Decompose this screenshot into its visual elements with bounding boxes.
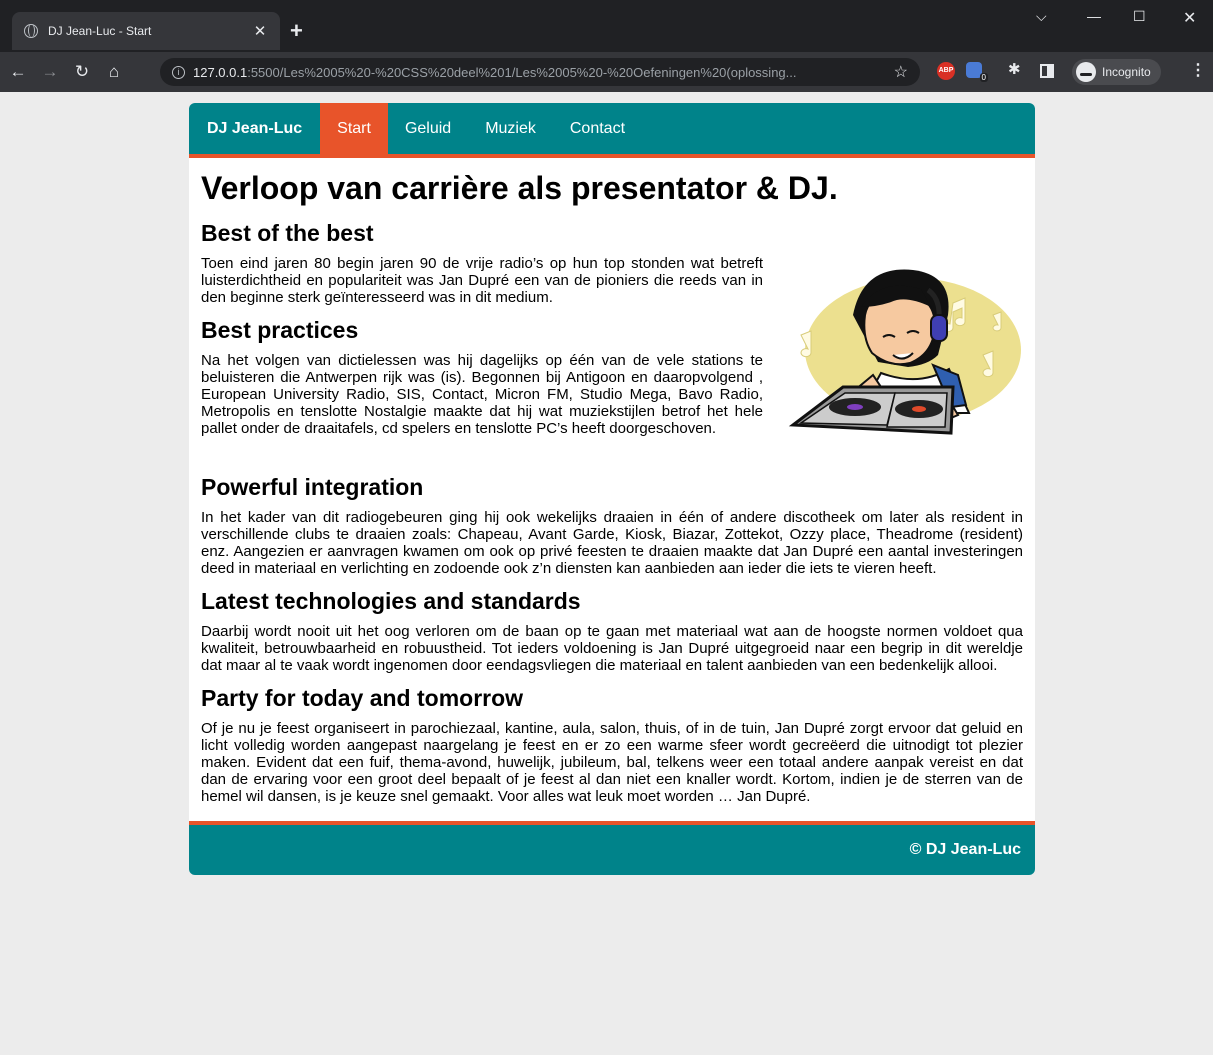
section-heading: Best of the best (201, 220, 374, 246)
page-viewport: DJ Jean-Luc Start Geluid Muziek Contact … (0, 92, 1213, 1055)
close-window-icon[interactable]: ✕ (1183, 8, 1196, 28)
globe-icon (24, 24, 38, 38)
nav-item-muziek[interactable]: Muziek (468, 103, 553, 154)
incognito-indicator[interactable]: Incognito (1072, 59, 1161, 85)
adblock-extension-icon[interactable]: ABP (937, 62, 955, 80)
main-nav: DJ Jean-Luc Start Geluid Muziek Contact (189, 103, 1035, 158)
page-footer: © DJ Jean-Luc (189, 821, 1035, 875)
maximize-icon[interactable]: ☐ (1133, 8, 1146, 25)
close-tab-icon[interactable]: ✕ (252, 22, 268, 40)
url-path: :5500/Les%2005%20-%20CSS%20deel%201/Les%… (247, 64, 797, 80)
section-heading: Latest technologies and standards (201, 588, 581, 614)
nav-item-contact[interactable]: Contact (553, 103, 642, 154)
page-title: Verloop van carrière als presentator & D… (201, 170, 838, 206)
tab-title: DJ Jean-Luc - Start (48, 24, 152, 38)
minimize-icon[interactable]: — (1087, 8, 1101, 24)
url-host: 127.0.0.1 (193, 64, 248, 80)
incognito-icon (1076, 62, 1096, 82)
browser-menu-icon[interactable]: ⋮ (1190, 60, 1206, 80)
browser-tab-strip: DJ Jean-Luc - Start ✕ + ⌵ — ☐ ✕ (0, 0, 1213, 52)
section-text: In het kader van dit radiogebeuren ging … (201, 509, 1023, 577)
site-info-icon[interactable]: i (172, 65, 185, 79)
nav-brand[interactable]: DJ Jean-Luc (189, 103, 320, 154)
section-text: Of je nu je feest organiseert in parochi… (201, 720, 1023, 805)
bookmark-star-icon[interactable]: ☆ (894, 62, 908, 82)
main-content: Verloop van carrière als presentator & D… (189, 158, 1035, 821)
side-panel-icon[interactable] (1040, 64, 1054, 78)
extensions-puzzle-icon[interactable]: ✱ (1008, 60, 1021, 78)
page-container: DJ Jean-Luc Start Geluid Muziek Contact … (189, 103, 1035, 875)
footer-copyright: © DJ Jean-Luc (909, 841, 1021, 858)
new-tab-icon[interactable]: + (290, 20, 303, 42)
dj-illustration (788, 269, 1021, 435)
nav-item-start[interactable]: Start (320, 103, 388, 154)
extension-badge: 0 (979, 73, 988, 82)
incognito-label: Incognito (1102, 65, 1151, 79)
section-heading: Party for today and tomorrow (201, 685, 524, 711)
section-text: Daarbij wordt nooit uit het oog verloren… (201, 623, 1023, 674)
tab-search-icon[interactable]: ⌵ (1036, 8, 1047, 25)
extension-icon[interactable]: 0 (966, 62, 988, 82)
reload-icon[interactable]: ↻ (68, 62, 96, 82)
browser-tab[interactable]: DJ Jean-Luc - Start ✕ (12, 12, 280, 50)
browser-toolbar: ← → ↻ ⌂ i 127.0.0.1 :5500/Les%2005%20-%2… (0, 52, 1213, 92)
address-bar[interactable]: i 127.0.0.1 :5500/Les%2005%20-%20CSS%20d… (160, 58, 920, 86)
section-heading: Powerful integration (201, 474, 424, 500)
home-icon[interactable]: ⌂ (100, 62, 128, 82)
nav-item-geluid[interactable]: Geluid (388, 103, 468, 154)
forward-icon[interactable]: → (36, 62, 64, 82)
back-icon[interactable]: ← (4, 62, 32, 82)
